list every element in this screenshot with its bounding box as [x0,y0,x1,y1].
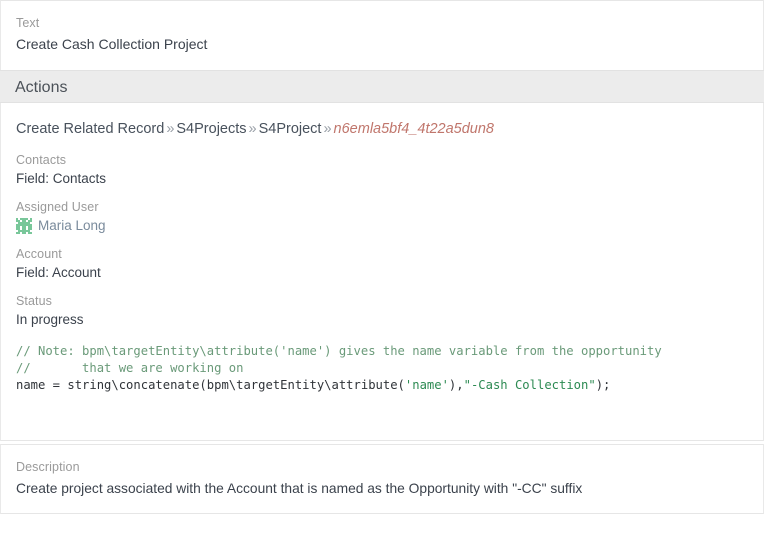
code-token-string-suffix: "-Cash Collection" [463,378,596,392]
code-line-comment-1: // Note: bpm\targetEntity\attribute('nam… [16,344,662,358]
breadcrumb: Create Related Record» S4Projects» S4Proje… [16,119,763,139]
breadcrumb-record-id[interactable]: n6emla5bf4_4t22a5dun8 [334,121,494,137]
text-field-label: Text [16,16,40,30]
status-value: In progress [16,312,84,327]
breadcrumb-separator-icon: » [248,121,257,137]
code-token-separator: ), [448,378,464,392]
description-panel: Description Create project associated wi… [0,444,764,514]
field-group-contacts: Contacts Field: Contacts [16,152,763,188]
field-group-status: Status In progress [16,293,763,329]
status-label: Status [16,294,53,308]
code-token-string-name: 'name' [404,378,449,392]
breadcrumb-separator-icon: » [323,121,332,137]
breadcrumb-item-s4project[interactable]: S4Project [259,121,322,137]
breadcrumb-separator-icon: » [166,121,175,137]
record-detail-page: Text Create Cash Collection Project Acti… [0,0,764,550]
formula-code-block[interactable]: // Note: bpm\targetEntity\attribute('nam… [16,343,763,394]
text-field-value: Create Cash Collection Project [16,36,208,52]
assigned-user-row: Maria Long [16,215,763,235]
contacts-label: Contacts [16,153,67,167]
assigned-user-link[interactable]: Maria Long [38,217,106,235]
account-label: Account [16,247,62,261]
field-group-assigned-user: Assigned User Maria Long [16,199,763,235]
actions-section-header: Actions [0,70,764,103]
description-label: Description [16,460,80,474]
code-line-statement: name = string\concatenate(bpm\targetEnti… [16,377,763,394]
assigned-user-label: Assigned User [16,200,99,214]
breadcrumb-item-create-related-record[interactable]: Create Related Record [16,121,164,137]
account-value: Field: Account [16,265,101,280]
description-value: Create project associated with the Accou… [16,481,583,496]
code-token-terminator: ); [595,378,611,392]
code-line-comment-2: // that we are working on [16,361,244,375]
text-field-panel: Text Create Cash Collection Project [0,0,764,70]
code-token-expression-head: name = string\concatenate(bpm\targetEnti… [16,378,405,392]
contacts-value: Field: Contacts [16,171,107,186]
identicon-avatar-icon [16,218,32,234]
actions-section-body: Create Related Record» S4Projects» S4Proje… [0,103,764,441]
field-group-account: Account Field: Account [16,246,763,282]
breadcrumb-item-s4projects[interactable]: S4Projects [176,121,246,137]
